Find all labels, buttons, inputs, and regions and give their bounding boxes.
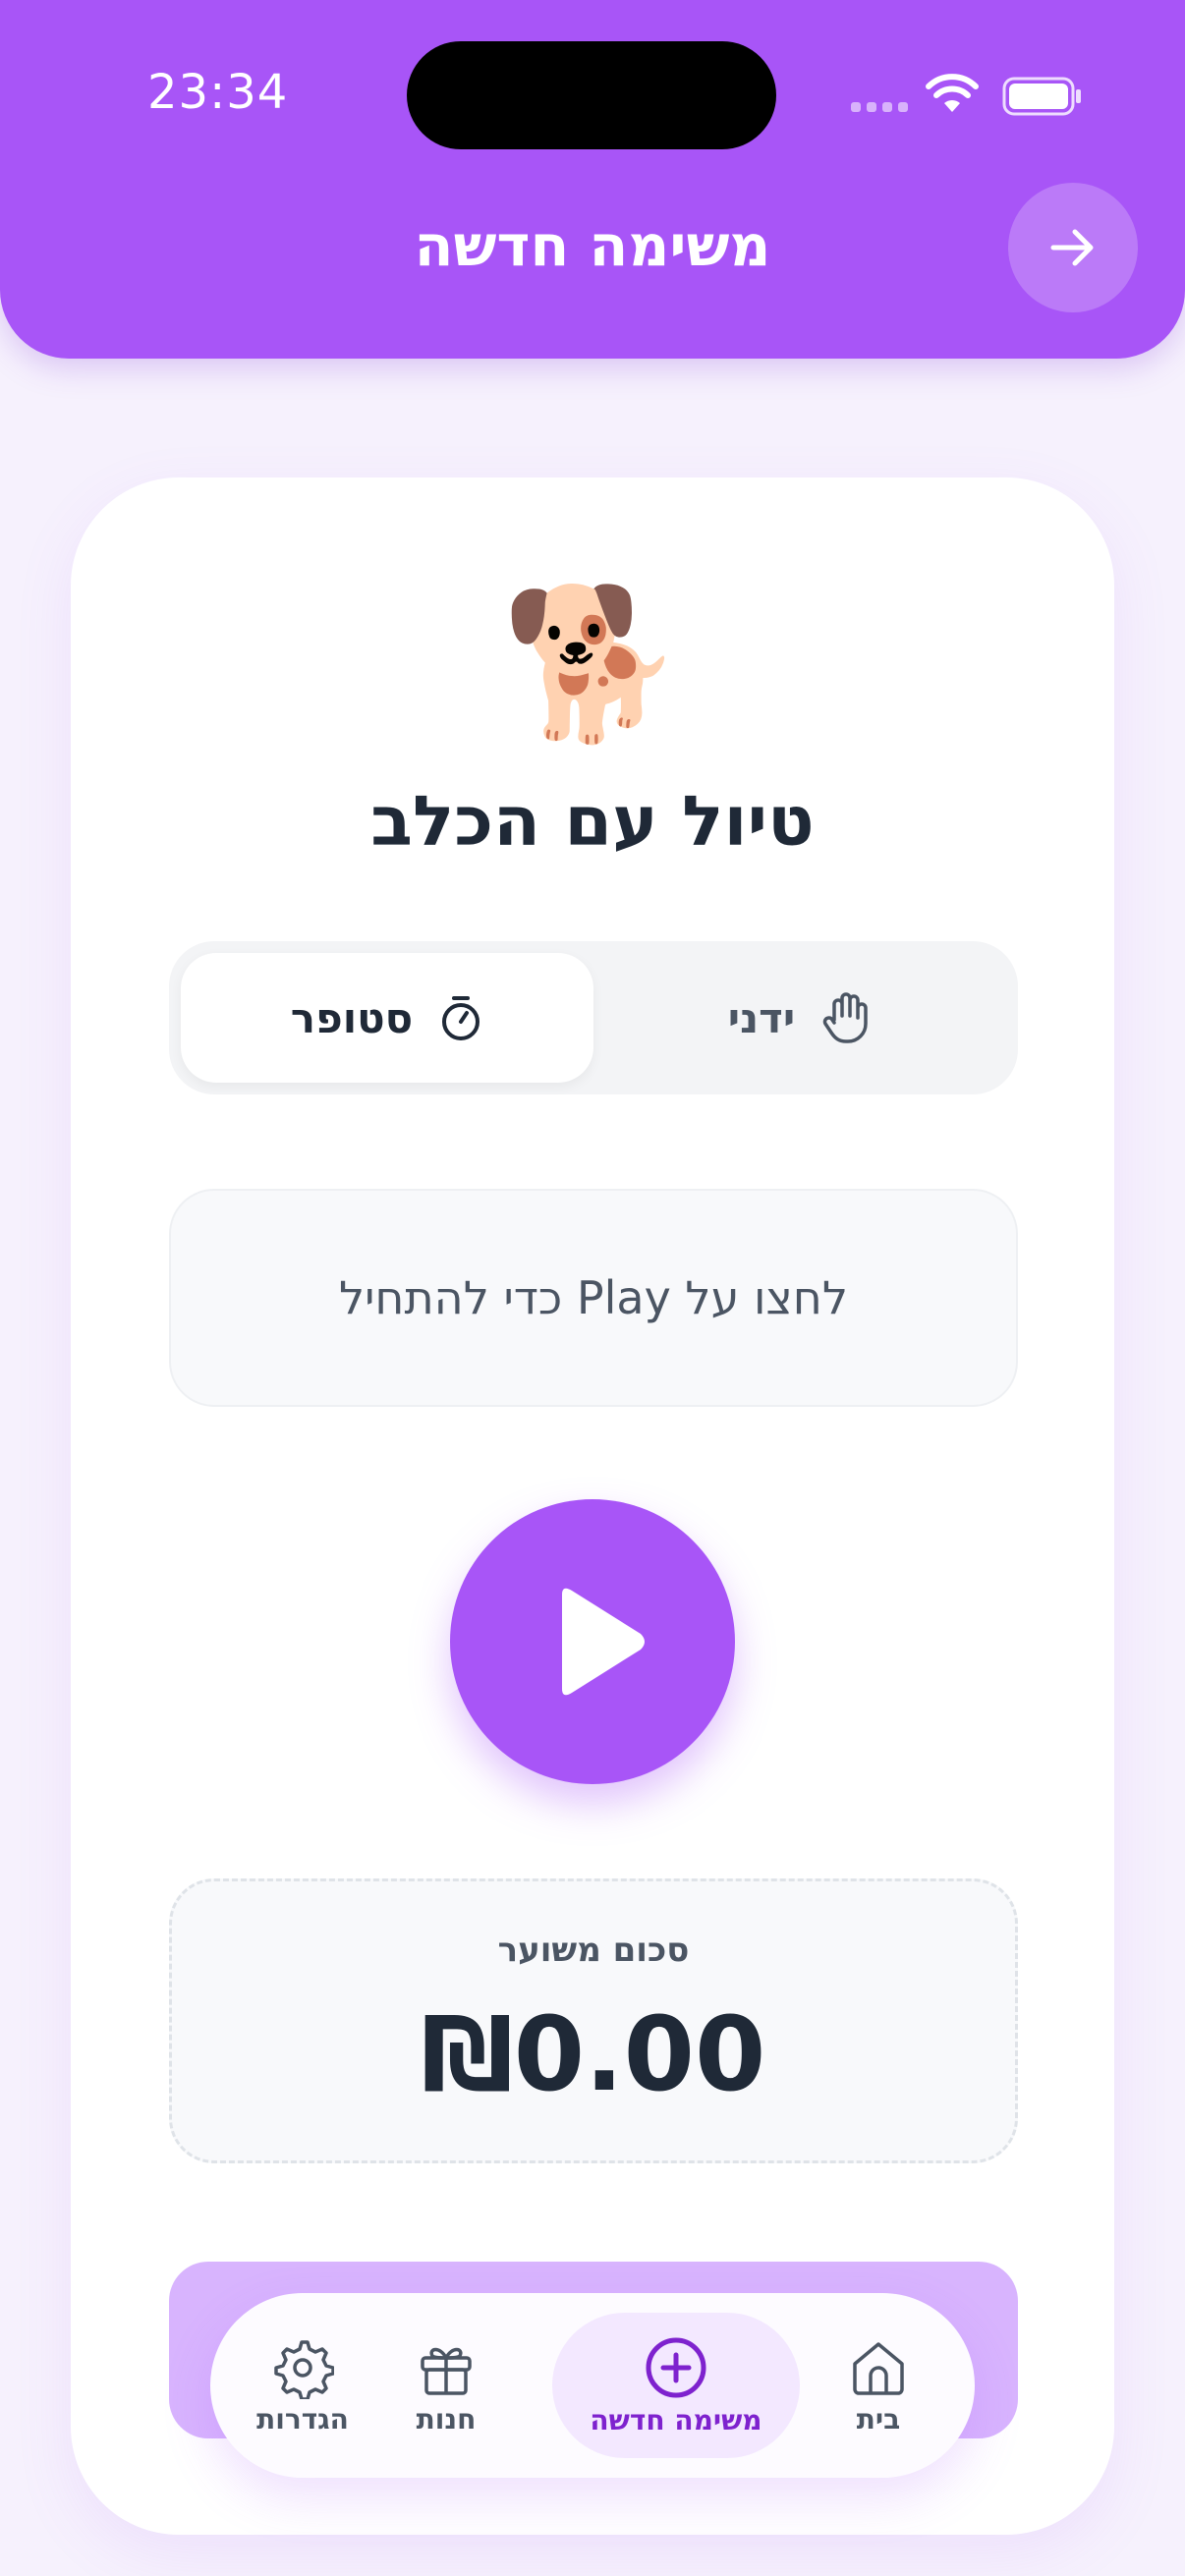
estimate-box: סכום משוער ₪0.00 (169, 1878, 1018, 2163)
tab-settings[interactable]: הגדרות (234, 2313, 371, 2458)
tab-bar: הגדרות חנות משימה חדשה בית (210, 2293, 975, 2478)
tab-home[interactable]: בית (800, 2313, 957, 2458)
plus-circle-icon (646, 2337, 706, 2397)
app-header: 23:34 משימה חדשה (0, 0, 1185, 359)
play-icon (562, 1588, 645, 1696)
arrow-right-icon (1050, 229, 1094, 266)
play-button[interactable] (450, 1499, 735, 1784)
tab-label: משימה חדשה (590, 2403, 762, 2436)
mode-option-label: סטופר (290, 993, 414, 1042)
task-title: טיול עם הכלב (370, 781, 815, 862)
hand-icon (822, 992, 868, 1043)
estimate-value: ₪0.00 (421, 1994, 766, 2114)
hint-box: לחצו על Play כדי להתחיל (169, 1189, 1018, 1407)
stopwatch-icon (442, 996, 480, 1040)
battery-icon (1002, 77, 1081, 116)
mode-option-label: ידני (727, 993, 796, 1042)
tab-store[interactable]: חנות (377, 2313, 515, 2458)
dynamic-island (407, 41, 776, 149)
mode-option-manual[interactable]: ידני (593, 953, 1006, 1083)
back-button[interactable] (1008, 183, 1138, 312)
tab-label: חנות (416, 2402, 477, 2436)
signal-icon (851, 102, 908, 112)
estimate-label: סכום משוער (497, 1931, 690, 1970)
tab-new-task[interactable]: משימה חדשה (552, 2313, 800, 2458)
status-icons (845, 67, 1091, 116)
gift-icon (421, 2347, 472, 2395)
status-time: 23:34 (147, 65, 289, 120)
tab-label: הגדרות (256, 2402, 349, 2436)
wifi-icon (926, 74, 979, 112)
task-card: 🐕 טיול עם הכלב סטופר ידני לחצו על Play כ… (71, 477, 1114, 2535)
home-icon (853, 2341, 904, 2395)
dog-emoji-icon: 🐕 (500, 579, 685, 750)
hint-text: לחצו על Play כדי להתחיל (338, 1271, 849, 1324)
mode-toggle: סטופר ידני (169, 941, 1018, 1094)
mode-option-stopwatch[interactable]: סטופר (181, 953, 593, 1083)
tab-label: בית (856, 2402, 901, 2436)
gear-icon (274, 2339, 334, 2399)
